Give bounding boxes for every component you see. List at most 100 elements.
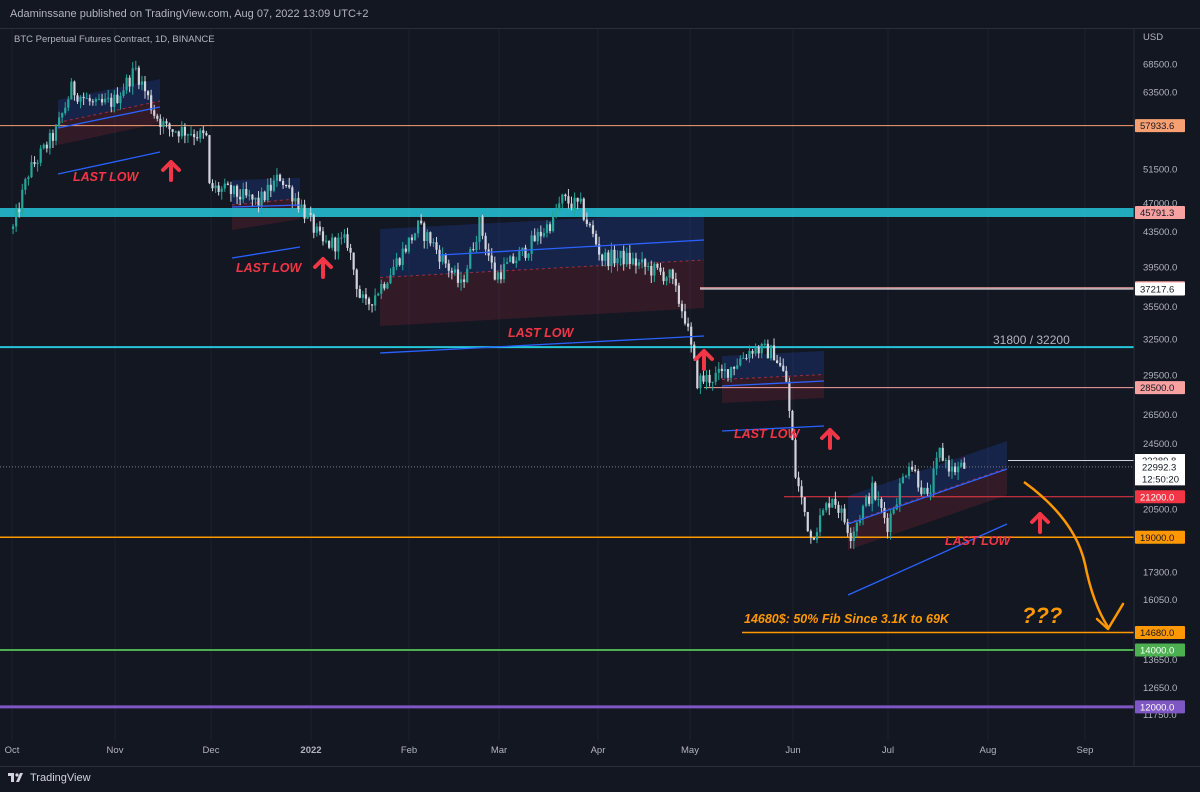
candle-body — [128, 77, 131, 87]
candle-body — [874, 482, 877, 500]
candle-body — [453, 269, 457, 273]
candle-body — [613, 249, 616, 264]
candle-body — [297, 198, 300, 209]
y-tick-label: 68500.0 — [1143, 59, 1177, 70]
candle-body — [849, 532, 852, 542]
candle-body — [604, 252, 607, 261]
x-tick-label: May — [681, 745, 699, 756]
candle-body — [131, 68, 134, 87]
x-tick-label: Mar — [491, 745, 507, 756]
last-low-label: LAST LOW — [734, 427, 800, 441]
candle-body — [815, 532, 819, 540]
candle-body — [745, 357, 748, 359]
candle-body — [94, 99, 98, 102]
candle-body — [370, 304, 374, 306]
candle-body — [662, 271, 665, 282]
candle-body — [656, 263, 659, 268]
candle-body — [696, 358, 699, 389]
candle-body — [834, 498, 837, 505]
candle-body — [263, 191, 266, 201]
candle-body — [490, 255, 493, 263]
candle-body — [61, 113, 64, 118]
y-tick-label: 29500.0 — [1143, 370, 1177, 381]
candle-body — [782, 365, 785, 371]
price-tag-label: 19000.0 — [1140, 533, 1174, 544]
candle-body — [711, 381, 714, 383]
candle-body — [837, 504, 840, 513]
tradingview-logo[interactable]: TradingView — [8, 772, 91, 784]
candle-body — [364, 294, 368, 299]
candle-body — [822, 510, 825, 516]
candle-body — [729, 367, 733, 378]
candle-body — [100, 98, 104, 103]
chart-area[interactable]: LAST LOW LAST LOW LAST LOW LAST LOW LAST LOW… — [0, 28, 1200, 767]
x-tick-label: 2022 — [300, 745, 321, 756]
candle-body — [831, 498, 834, 508]
fib-note-label: 14680$: 50% Fib Since 3.1K to 69K — [744, 612, 950, 626]
candle — [806, 511, 809, 532]
candle-body — [15, 209, 18, 227]
candle-body — [539, 231, 542, 237]
candle — [864, 494, 868, 508]
candle — [831, 498, 834, 508]
candle-body — [825, 503, 828, 511]
candle-body — [404, 248, 407, 252]
candle-body — [901, 476, 904, 484]
candle-body — [941, 447, 944, 461]
candle-body — [45, 144, 48, 149]
candle-body — [809, 531, 812, 538]
candle-body — [944, 460, 947, 462]
candle-body — [628, 252, 631, 264]
candle-body — [410, 237, 414, 241]
candle-body — [254, 197, 257, 200]
candle-body — [401, 248, 404, 265]
candle-body — [122, 90, 125, 96]
candle-body — [680, 303, 684, 312]
candle-body — [953, 466, 957, 473]
candle-body — [171, 129, 174, 132]
candle-body — [248, 194, 251, 196]
candle-body — [383, 284, 386, 289]
candle-body — [328, 240, 331, 248]
candle-body — [165, 121, 168, 124]
candle-body — [125, 77, 128, 91]
candle-body — [911, 466, 914, 470]
candle-body — [432, 242, 435, 244]
candle-body — [591, 225, 595, 234]
candle-body — [140, 81, 144, 85]
candle — [874, 481, 877, 501]
candle-body — [21, 189, 24, 212]
candle-body — [687, 323, 690, 327]
candle-body — [235, 185, 239, 197]
price-tag-label: 12000.0 — [1140, 702, 1174, 713]
candle-body — [481, 216, 484, 236]
candle-body — [889, 513, 892, 532]
candle-body — [493, 262, 496, 280]
candle-body — [757, 347, 760, 354]
candle-body — [57, 117, 61, 127]
candle-body — [570, 203, 573, 209]
last-price-label: 22992.3 — [1142, 462, 1176, 473]
tradingview-logo-icon — [8, 773, 23, 782]
candle-body — [935, 457, 938, 469]
candle-body — [723, 369, 727, 372]
candle-body — [653, 263, 656, 276]
candle-body — [512, 256, 515, 264]
candle-body — [693, 344, 696, 359]
candle-body — [11, 226, 15, 229]
candle — [677, 282, 681, 307]
candle-body — [861, 505, 865, 520]
candle-body — [714, 372, 717, 382]
candle-body — [315, 226, 318, 233]
candle-body — [64, 107, 67, 114]
candle-body — [392, 266, 395, 276]
candle-body — [183, 126, 186, 136]
candle-body — [386, 283, 389, 289]
candle-body — [389, 275, 392, 284]
candle-body — [281, 180, 285, 185]
candle-body — [484, 235, 487, 250]
candle-body — [70, 81, 73, 100]
candle-body — [548, 224, 552, 232]
candle-body — [67, 99, 70, 108]
btc-chart[interactable]: LAST LOW LAST LOW LAST LOW LAST LOW LAST LOW… — [0, 29, 1200, 767]
